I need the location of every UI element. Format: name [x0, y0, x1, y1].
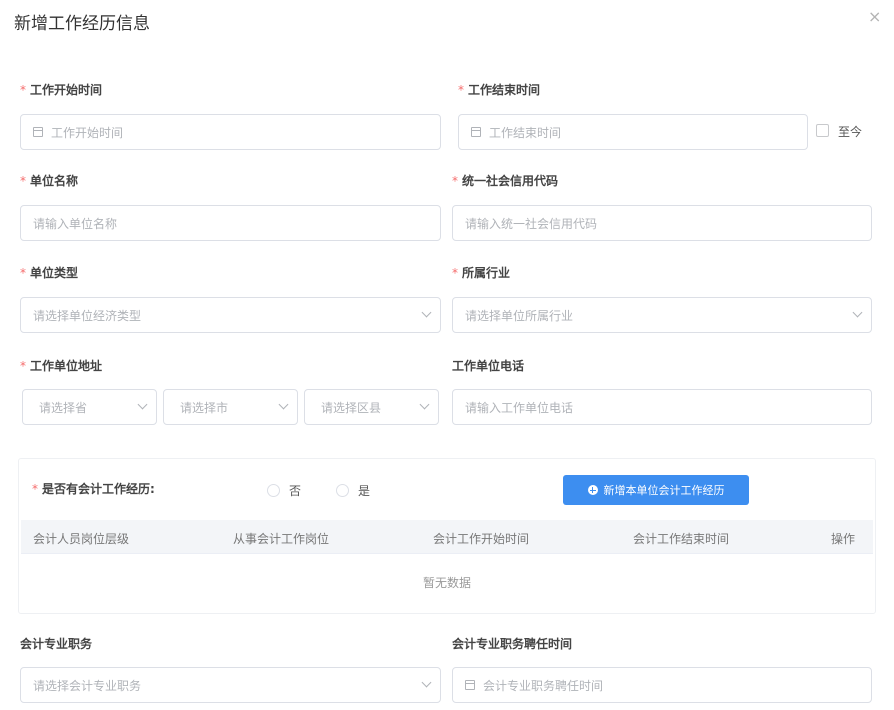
- prof-time-label: 会计专业职务聘任时间: [452, 637, 573, 651]
- column-header: 从事会计工作岗位: [233, 532, 330, 546]
- chevron-down-icon: [852, 307, 863, 318]
- credit-code-input[interactable]: 请输入统一社会信用代码: [452, 205, 872, 241]
- chevron-down-icon: [137, 399, 148, 410]
- required-mark: *: [452, 174, 458, 188]
- district-placeholder: 请选择区县: [321, 400, 382, 415]
- dialog-title: 新增工作经历信息: [14, 14, 150, 34]
- column-header: 会计工作开始时间: [433, 532, 530, 546]
- unit-type-label-text: 单位类型: [30, 266, 79, 280]
- required-mark: *: [458, 83, 464, 97]
- prof-title-placeholder: 请选择会计专业职务: [33, 678, 142, 693]
- unit-type-select[interactable]: 请选择单位经济类型: [20, 297, 441, 333]
- industry-label-text: 所属行业: [462, 266, 511, 280]
- industry-select[interactable]: 请选择单位所属行业: [452, 297, 872, 333]
- required-mark: *: [32, 482, 38, 496]
- start-time-label: * 工作开始时间: [20, 82, 102, 98]
- chevron-down-icon: [421, 307, 432, 318]
- required-mark: *: [452, 266, 458, 280]
- radio-yes[interactable]: [336, 484, 349, 497]
- prof-time-placeholder: 会计专业职务聘任时间: [483, 678, 604, 693]
- district-select[interactable]: 请选择区县: [304, 389, 439, 425]
- end-time-placeholder: 工作结束时间: [489, 125, 562, 140]
- chevron-down-icon: [419, 399, 430, 410]
- chevron-down-icon: [278, 399, 289, 410]
- industry-placeholder: 请选择单位所属行业: [465, 308, 574, 323]
- until-now-label[interactable]: 至今: [838, 123, 862, 140]
- province-select[interactable]: 请选择省: [22, 389, 157, 425]
- until-now-checkbox[interactable]: [816, 124, 829, 137]
- end-time-label: * 工作结束时间: [458, 82, 540, 98]
- credit-code-label: * 统一社会信用代码: [452, 173, 558, 189]
- unit-type-placeholder: 请选择单位经济类型: [33, 308, 142, 323]
- calendar-icon: [33, 127, 43, 137]
- unit-name-label: * 单位名称: [20, 173, 78, 189]
- table-empty-state: 暂无数据: [422, 576, 471, 590]
- credit-code-placeholder: 请输入统一社会信用代码: [465, 216, 598, 231]
- chevron-down-icon: [421, 677, 432, 688]
- prof-title-label: 会计专业职务: [20, 637, 93, 651]
- unit-name-label-text: 单位名称: [30, 174, 79, 188]
- start-time-picker[interactable]: 工作开始时间: [20, 114, 441, 150]
- required-mark: *: [20, 359, 26, 373]
- unit-type-label: * 单位类型: [20, 265, 78, 281]
- column-header: 会计人员岗位层级: [33, 532, 130, 546]
- phone-input[interactable]: 请输入工作单位电话: [452, 389, 872, 425]
- city-placeholder: 请选择市: [180, 400, 229, 415]
- calendar-icon: [471, 127, 481, 137]
- address-label: * 工作单位地址: [20, 358, 102, 374]
- accounting-label-text: 是否有会计工作经历:: [42, 482, 155, 496]
- unit-name-placeholder: 请输入单位名称: [33, 216, 118, 231]
- close-icon[interactable]: ×: [868, 8, 881, 26]
- prof-time-picker[interactable]: 会计专业职务聘任时间: [452, 667, 872, 703]
- required-mark: *: [20, 266, 26, 280]
- radio-no-label[interactable]: 否: [289, 482, 301, 499]
- end-time-picker[interactable]: 工作结束时间: [458, 114, 808, 150]
- column-header: 会计工作结束时间: [633, 532, 730, 546]
- plus-circle-icon: [587, 485, 598, 495]
- phone-label: 工作单位电话: [452, 359, 525, 373]
- accounting-label: * 是否有会计工作经历:: [32, 481, 155, 497]
- city-select[interactable]: 请选择市: [163, 389, 298, 425]
- table-header: 会计人员岗位层级 从事会计工作岗位 会计工作开始时间 会计工作结束时间 操作: [21, 520, 873, 554]
- province-placeholder: 请选择省: [39, 400, 88, 415]
- unit-name-input[interactable]: 请输入单位名称: [20, 205, 441, 241]
- add-accounting-experience-button[interactable]: 新增本单位会计工作经历: [563, 475, 749, 505]
- industry-label: * 所属行业: [452, 265, 510, 281]
- column-header: 操作: [831, 532, 856, 546]
- add-button-label: 新增本单位会计工作经历: [603, 484, 725, 497]
- start-time-placeholder: 工作开始时间: [51, 125, 124, 140]
- radio-no[interactable]: [267, 484, 280, 497]
- required-mark: *: [20, 174, 26, 188]
- phone-placeholder: 请输入工作单位电话: [465, 400, 574, 415]
- end-time-label-text: 工作结束时间: [468, 83, 541, 97]
- prof-title-select[interactable]: 请选择会计专业职务: [20, 667, 441, 703]
- credit-code-label-text: 统一社会信用代码: [462, 174, 559, 188]
- radio-yes-label[interactable]: 是: [358, 482, 370, 499]
- start-time-label-text: 工作开始时间: [30, 83, 103, 97]
- calendar-icon: [465, 680, 475, 690]
- required-mark: *: [20, 83, 26, 97]
- address-label-text: 工作单位地址: [30, 359, 103, 373]
